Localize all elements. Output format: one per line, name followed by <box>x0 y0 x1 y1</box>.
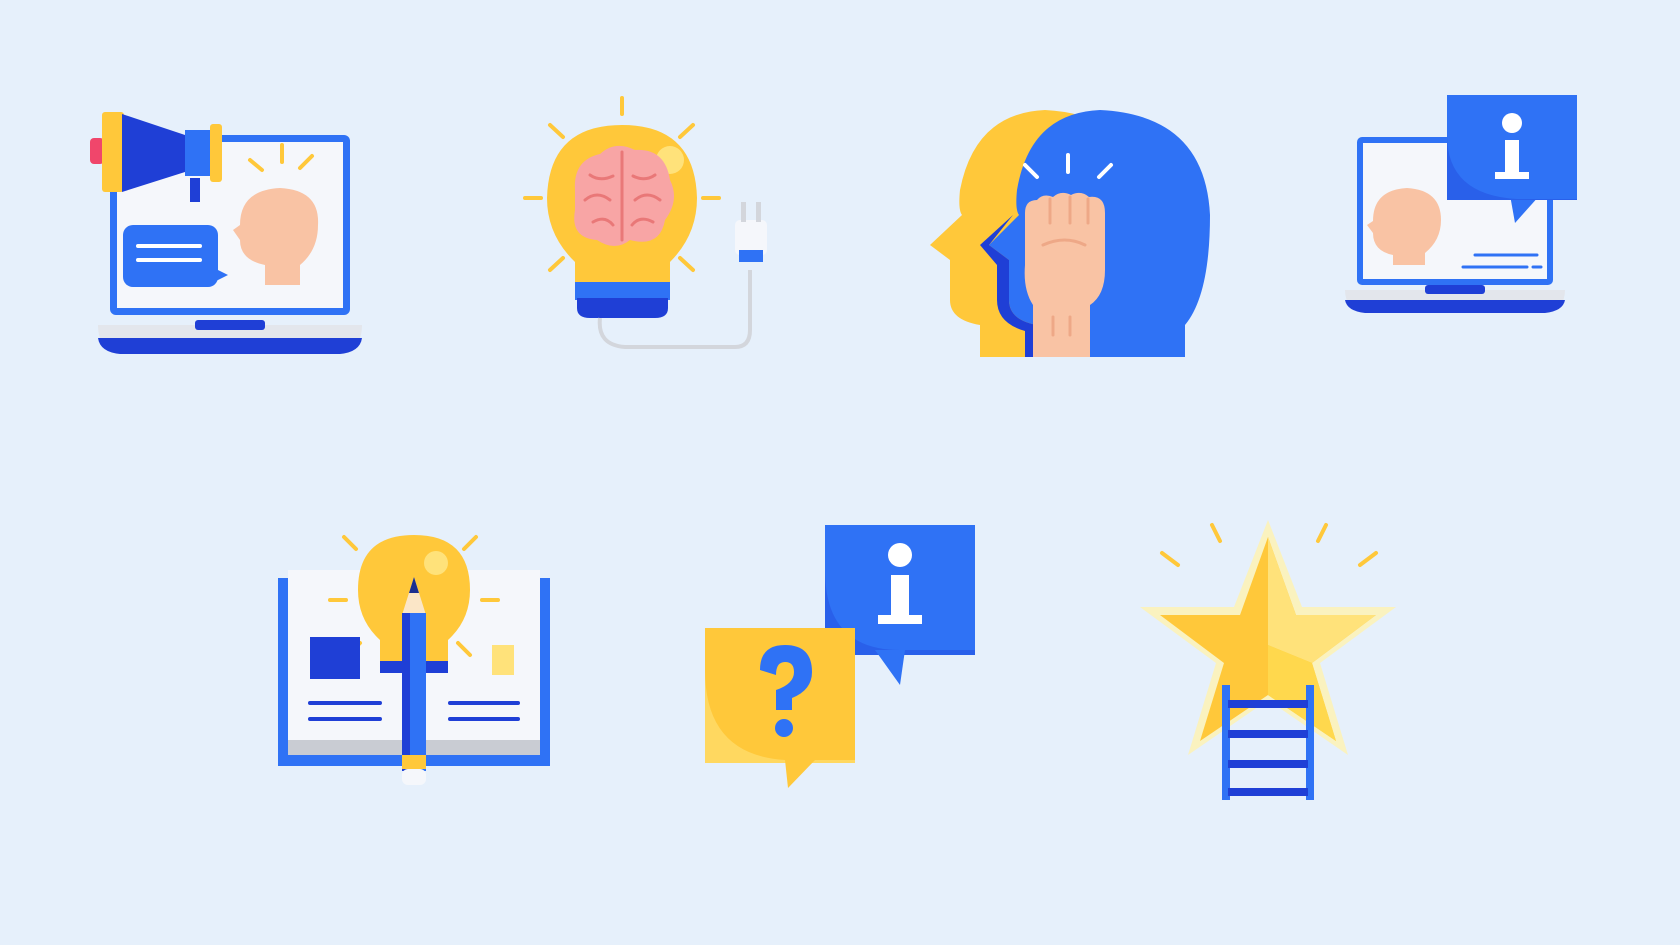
lightbulb-brain-icon <box>523 96 767 349</box>
head-fist-icon <box>930 110 1210 357</box>
book-idea-icon <box>278 535 550 785</box>
icon-grid <box>0 0 1680 945</box>
star-ladder-icon <box>1140 520 1396 800</box>
laptop-info-icon <box>1345 95 1577 313</box>
laptop-megaphone-icon <box>90 112 362 354</box>
question-info-chat-icon <box>705 525 975 788</box>
